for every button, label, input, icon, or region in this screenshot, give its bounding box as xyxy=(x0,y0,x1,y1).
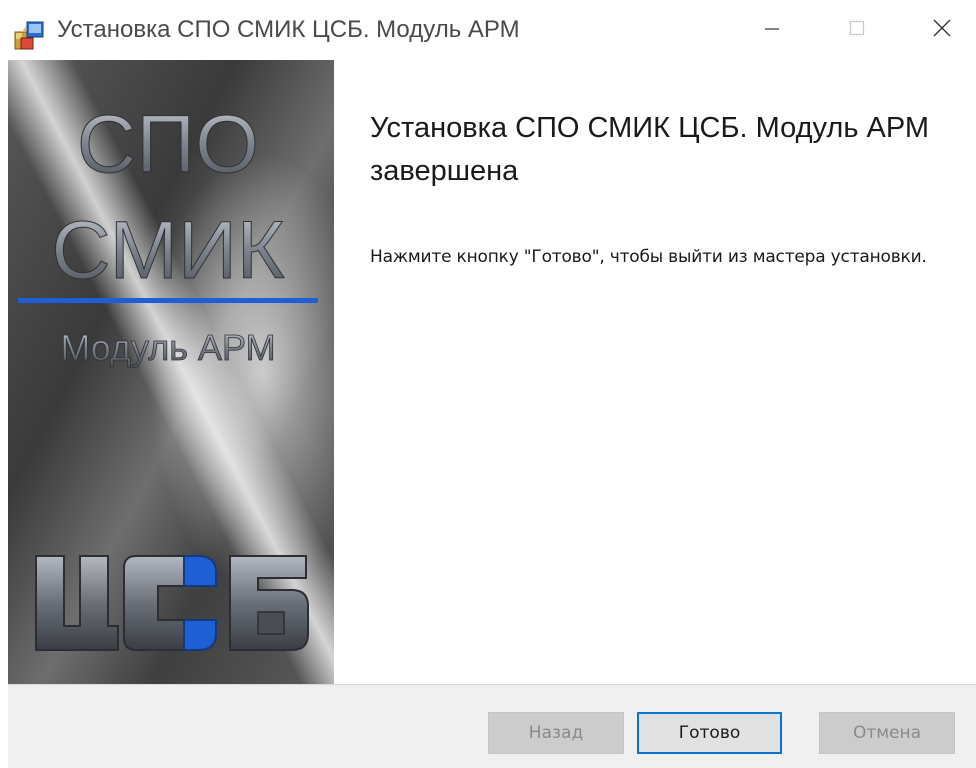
finish-button[interactable]: Готово xyxy=(637,712,782,754)
cancel-button[interactable]: Отмена xyxy=(819,712,955,754)
banner-line-spo: СПО xyxy=(77,99,259,190)
content-panel: Установка СПО СМИК ЦСБ. Модуль АРМ завер… xyxy=(334,60,976,684)
completion-description: Нажмите кнопку "Готово", чтобы выйти из … xyxy=(370,247,927,267)
back-button[interactable]: Назад xyxy=(488,712,624,754)
close-button[interactable] xyxy=(912,0,972,60)
title-bar: Установка СПО СМИК ЦСБ. Модуль АРМ xyxy=(0,0,976,60)
banner-line-smik: СМИК xyxy=(51,205,285,296)
maximize-button[interactable] xyxy=(827,0,887,60)
completion-heading: Установка СПО СМИК ЦСБ. Модуль АРМ завер… xyxy=(370,112,930,187)
banner-line-module: Модуль АРМ xyxy=(60,327,275,368)
close-icon xyxy=(932,18,952,43)
banner-accent-line xyxy=(18,298,318,303)
installer-icon xyxy=(12,18,46,52)
minimize-icon xyxy=(764,20,780,41)
banner-image: СПО СМИК Модуль АРМ xyxy=(8,60,334,684)
button-bar: Назад Готово Отмена xyxy=(8,684,976,768)
window-title: Установка СПО СМИК ЦСБ. Модуль АРМ xyxy=(57,16,520,43)
maximize-icon xyxy=(849,20,865,41)
minimize-button[interactable] xyxy=(742,0,802,60)
